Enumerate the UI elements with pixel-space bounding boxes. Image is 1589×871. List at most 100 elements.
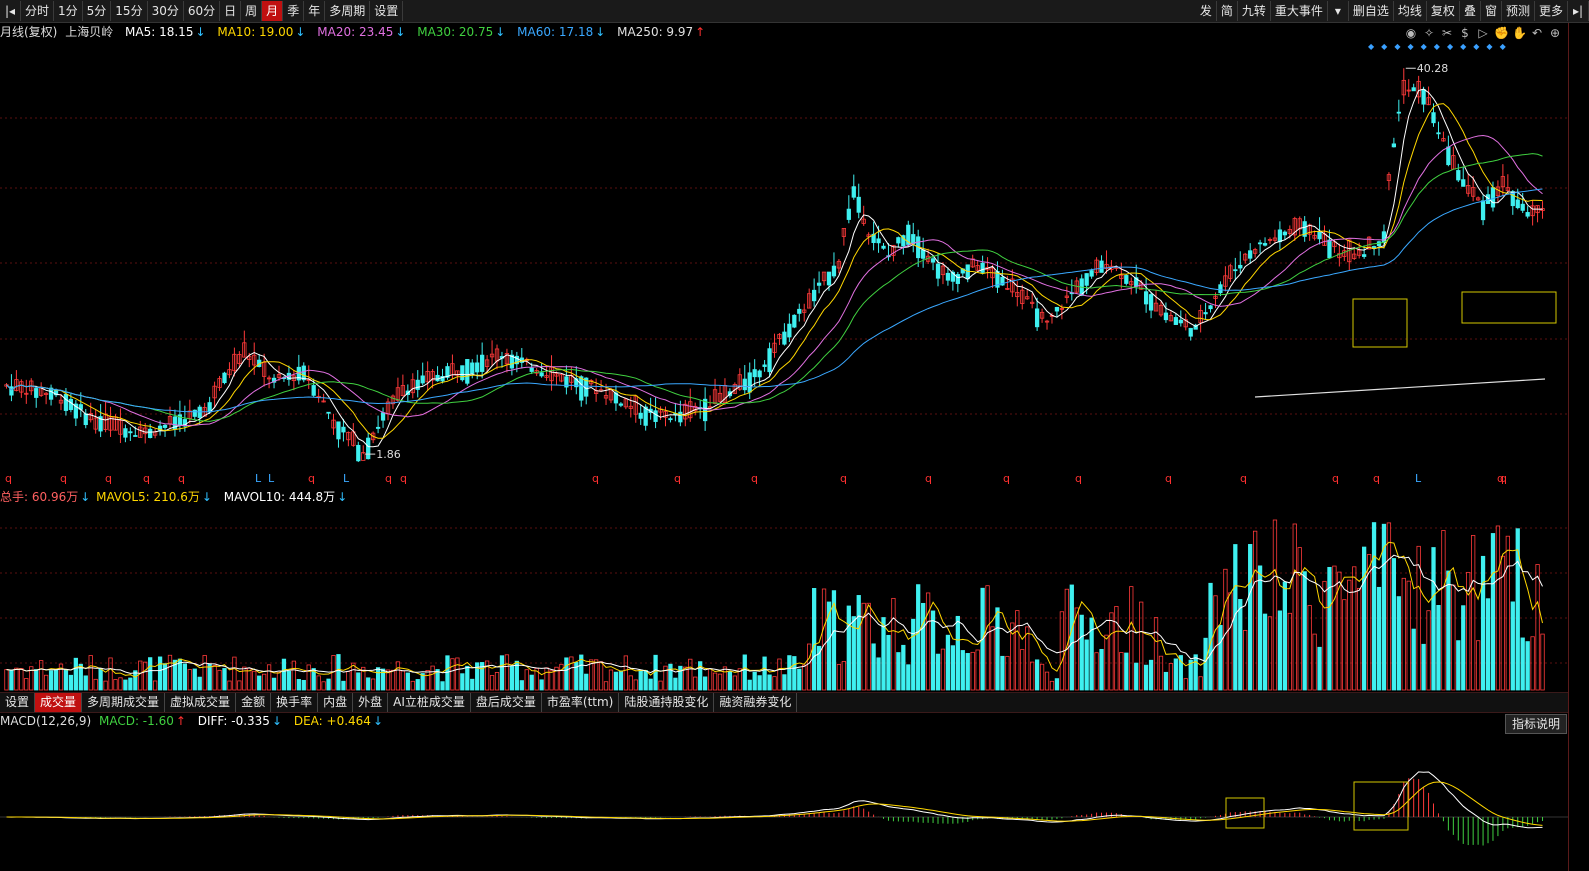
- period-button-3[interactable]: 15分: [111, 1, 148, 21]
- period-button-11[interactable]: 多周期: [325, 1, 371, 21]
- volume-bar: [1124, 652, 1129, 691]
- period-button-0[interactable]: 分时: [21, 1, 55, 21]
- volume-bar: [1248, 544, 1253, 691]
- volume-bar: [613, 671, 619, 691]
- volume-bar: [722, 666, 728, 691]
- toolbar-action-0[interactable]: 发: [1196, 1, 1217, 21]
- volume-bar: [1228, 592, 1233, 691]
- volume-bar: [702, 676, 708, 691]
- candle-body: [1490, 187, 1496, 208]
- period-button-1[interactable]: 1分: [54, 1, 83, 21]
- period-button-6[interactable]: 日: [220, 1, 242, 21]
- volume-bar: [157, 656, 163, 691]
- candle-body: [192, 409, 197, 417]
- highlight-box: [1353, 781, 1409, 831]
- candle-body: [668, 418, 673, 421]
- candle-body: [767, 348, 772, 373]
- top-toolbar: |◂ 分时 1分 5分 15分 30分 60分日周月季年多周期 设置 发简九转 重大事件 ▾ 删自…: [0, 0, 1589, 23]
- volume-bar: [1218, 624, 1223, 691]
- indicator-tab-4[interactable]: 金额: [236, 693, 272, 712]
- toolbar-action-1[interactable]: 简: [1217, 1, 1238, 21]
- volume-bar: [1143, 664, 1149, 691]
- volume-bar: [1426, 610, 1431, 691]
- volume-chart[interactable]: [0, 488, 1568, 692]
- indicator-tab-0[interactable]: 设置: [0, 693, 36, 712]
- toolbar-action-7[interactable]: 叠: [1460, 1, 1481, 21]
- toolbar-action-4[interactable]: 删自选: [1349, 1, 1394, 21]
- volume-bar: [1396, 596, 1401, 691]
- indicator-tab-9[interactable]: 盘后成交量: [471, 693, 542, 712]
- volume-bar: [252, 670, 257, 691]
- volume-bar: [940, 648, 946, 691]
- volume-bar: [658, 680, 663, 691]
- volume-bar: [945, 634, 951, 691]
- volume-bar: [405, 672, 410, 691]
- indicator-tab-10[interactable]: 市盈率(ttm): [542, 693, 620, 712]
- volume-bar: [752, 671, 757, 691]
- volume-bar: [653, 654, 658, 691]
- candle-body: [435, 374, 440, 382]
- volume-bar: [1148, 659, 1154, 691]
- volume-bar: [1208, 582, 1213, 691]
- volume-bar: [608, 669, 614, 691]
- toolbar-action-10[interactable]: 更多: [1535, 1, 1568, 21]
- volume-bar: [1347, 579, 1352, 691]
- indicator-tab-7[interactable]: 外盘: [353, 693, 389, 712]
- collapse-left-icon[interactable]: |◂: [0, 1, 21, 21]
- indicator-tab-8[interactable]: AI立桩成交量: [388, 693, 471, 712]
- period-button-8[interactable]: 月: [262, 1, 284, 21]
- toolbar-action-9[interactable]: 预测: [1502, 1, 1535, 21]
- volume-bar: [712, 672, 718, 691]
- period-button-2[interactable]: 5分: [83, 1, 112, 21]
- volume-bar: [757, 675, 762, 691]
- indicator-tab-1[interactable]: 成交量: [35, 693, 83, 712]
- indicator-tabs: 设置 成交量 多周期成交量 虚拟成交量 金额 换手率 内盘 外盘 AI立桩成交量 盘后成交量 市盈率…: [0, 692, 1568, 713]
- period-button-9[interactable]: 季: [283, 1, 305, 21]
- volume-bar: [782, 674, 787, 691]
- macd-chart[interactable]: [0, 712, 1568, 871]
- volume-bar: [628, 675, 633, 691]
- period-button-4[interactable]: 30分: [148, 1, 184, 21]
- indicator-tab-5[interactable]: 换手率: [271, 693, 319, 712]
- candlestick-chart[interactable]: 40.281.86q q q q q L Lq Lq q q q q q q q q q q q q Lqq: [0, 23, 1568, 486]
- indicator-tab-6[interactable]: 内盘: [318, 693, 354, 712]
- volume-bar: [901, 644, 906, 691]
- period-button-12[interactable]: 设置: [370, 1, 404, 21]
- volume-bar: [1198, 676, 1203, 691]
- indicator-tab-2[interactable]: 多周期成交量: [82, 693, 166, 712]
- volume-bar: [767, 674, 772, 691]
- volume-bar: [148, 657, 153, 691]
- signal-marker: L: [1415, 472, 1422, 485]
- dropdown-icon[interactable]: ▾: [1328, 1, 1349, 21]
- volume-bar: [202, 655, 207, 691]
- volume-bar: [623, 655, 628, 691]
- period-button-10[interactable]: 年: [304, 1, 326, 21]
- volume-bar: [990, 626, 995, 691]
- volume-bar: [83, 675, 88, 691]
- period-button-5[interactable]: 60分: [184, 1, 221, 21]
- toolbar-action-3[interactable]: 重大事件: [1271, 1, 1328, 21]
- candle-body: [757, 370, 762, 378]
- indicator-tab-11[interactable]: 陆股通持股变化: [619, 693, 715, 712]
- volume-bar: [1471, 535, 1476, 691]
- period-button-7[interactable]: 周: [241, 1, 263, 21]
- volume-bar: [841, 661, 847, 691]
- volume-bar: [98, 668, 103, 691]
- right-scrollbar[interactable]: [1568, 23, 1589, 871]
- volume-bar: [673, 677, 678, 691]
- volume-bar: [286, 670, 292, 691]
- candle-body: [856, 196, 861, 213]
- toolbar-action-6[interactable]: 复权: [1427, 1, 1460, 21]
- indicator-tab-12[interactable]: 融资融券变化: [714, 693, 798, 712]
- volume-bar: [336, 654, 341, 691]
- volume-bar: [1456, 640, 1461, 691]
- indicator-tab-3[interactable]: 虚拟成交量: [165, 693, 237, 712]
- collapse-right-icon[interactable]: ▸|: [1568, 1, 1589, 21]
- volume-bar: [14, 667, 19, 691]
- toolbar-action-2[interactable]: 九转: [1238, 1, 1271, 21]
- candle-body: [341, 426, 346, 433]
- volume-bar: [24, 678, 29, 691]
- toolbar-action-5[interactable]: 均线: [1394, 1, 1427, 21]
- toolbar-action-8[interactable]: 窗: [1481, 1, 1502, 21]
- candle-body: [465, 359, 470, 384]
